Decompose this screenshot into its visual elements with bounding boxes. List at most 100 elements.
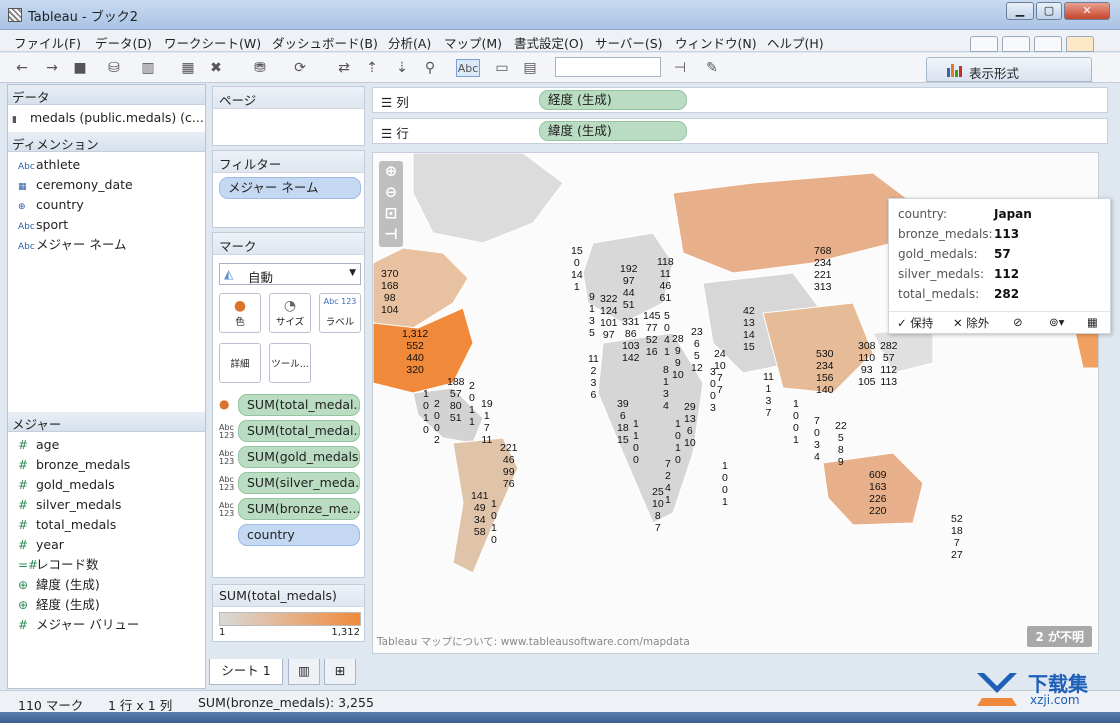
- new-dashboard-icon[interactable]: ⊞: [324, 659, 356, 685]
- dimension-field[interactable]: Abcathlete: [18, 156, 80, 174]
- map-mark-label[interactable]: 1 0 1 0: [491, 498, 497, 546]
- zoom-in-icon[interactable]: ⊕: [379, 161, 403, 182]
- measure-field[interactable]: # total_medals: [18, 516, 116, 534]
- map-mark-label[interactable]: 282 57 112 113: [880, 340, 898, 388]
- map-mark-label[interactable]: 331 86 103 142: [622, 316, 640, 364]
- map-mark-label[interactable]: 2 0 0 2: [434, 398, 440, 446]
- new-worksheet-icon[interactable]: ▥: [288, 659, 320, 685]
- map-mark-label[interactable]: 8 1 3 4: [663, 364, 669, 412]
- map-mark-label[interactable]: 530 234 156 140: [816, 348, 834, 396]
- map-mark-label[interactable]: 5 0 4 1: [664, 310, 670, 358]
- size-button[interactable]: ◔ サイズ: [269, 293, 311, 333]
- view-data-icon[interactable]: ▦: [1087, 315, 1098, 329]
- map-mark-label[interactable]: 22 5 8 9: [835, 420, 847, 468]
- show-labels-button[interactable]: Abc: [456, 59, 480, 77]
- menu-help[interactable]: ヘルプ(H): [767, 33, 824, 52]
- measure-field[interactable]: # gold_medals: [18, 476, 115, 494]
- filter-pill-measure-names[interactable]: メジャー ネーム: [219, 177, 361, 199]
- measure-field[interactable]: # age: [18, 436, 59, 454]
- map-mark-label[interactable]: 7 2 4 1: [665, 458, 671, 506]
- close-button[interactable]: ✕: [1064, 2, 1110, 20]
- dimension-field[interactable]: Abcメジャー ネーム: [18, 236, 126, 254]
- new-sheet-icon[interactable]: ▥: [138, 59, 158, 77]
- zoom-area-icon[interactable]: ⊡: [379, 203, 403, 224]
- map-mark-label[interactable]: 370 168 98 104: [381, 268, 399, 316]
- menu-server[interactable]: サーバー(S): [595, 33, 663, 52]
- group-members-icon[interactable]: ⊘: [1013, 315, 1023, 329]
- map-mark-label[interactable]: 11 2 3 6: [588, 353, 599, 401]
- map-mark-label[interactable]: 145 77 52 16: [643, 310, 661, 358]
- set-icon[interactable]: ⊚▾: [1049, 315, 1064, 329]
- map-mark-label[interactable]: 42 13 14 15: [743, 305, 755, 353]
- marks-pill[interactable]: SUM(total_medal...: [238, 394, 360, 416]
- marks-pill[interactable]: SUM(total_medal...: [238, 420, 360, 442]
- map-mark-label[interactable]: 39 6 18 15: [617, 398, 629, 446]
- map-mark-label[interactable]: 23 6 5 12: [691, 326, 703, 374]
- map-mark-label[interactable]: 3 0 0 3: [710, 366, 716, 414]
- menu-dashboard[interactable]: ダッシュボード(B): [272, 33, 378, 52]
- rows-shelf[interactable]: ☰ 行 緯度 (生成): [372, 118, 1108, 144]
- data-source-icon[interactable]: [1034, 36, 1062, 52]
- map-mark-label[interactable]: 1 0 1 0: [423, 388, 429, 436]
- measure-field[interactable]: # bronze_medals: [18, 456, 130, 474]
- back-icon[interactable]: ←: [12, 59, 32, 77]
- home-icon[interactable]: [1066, 36, 1094, 52]
- map-mark-label[interactable]: 1,312 552 440 320: [402, 328, 428, 376]
- map-mark-label[interactable]: 141 49 34 58: [471, 490, 489, 538]
- detail-button[interactable]: 詳細: [219, 343, 261, 383]
- measure-field[interactable]: ⊕ 緯度 (生成): [18, 576, 100, 594]
- columns-pill[interactable]: 経度 (生成): [539, 90, 687, 110]
- sheet-view-icon[interactable]: [970, 36, 998, 52]
- forward-icon[interactable]: →: [42, 59, 62, 77]
- pages-shelf[interactable]: ページ: [212, 86, 365, 146]
- columns-shelf[interactable]: ☰ 列 経度 (生成): [372, 87, 1108, 113]
- map-mark-label[interactable]: 609 163 226 220: [869, 469, 887, 517]
- map-mark-label[interactable]: 118 11 46 61: [657, 256, 674, 304]
- marks-pill[interactable]: SUM(bronze_me...: [238, 498, 360, 520]
- marks-pill[interactable]: SUM(silver_meda...: [238, 472, 360, 494]
- datasource-icon[interactable]: ⛁: [104, 59, 124, 77]
- exclude-button[interactable]: ✕ 除外: [953, 315, 989, 331]
- maximize-button[interactable]: ▢: [1036, 2, 1062, 20]
- measure-field[interactable]: # year: [18, 536, 64, 554]
- label-button[interactable]: Abc 123 ラベル: [319, 293, 361, 333]
- unknown-locations-badge[interactable]: 2 が不明: [1027, 626, 1092, 647]
- show-me-tab[interactable]: 表示形式: [926, 57, 1092, 82]
- minimize-button[interactable]: ▁: [1006, 2, 1034, 20]
- presentation-icon[interactable]: ▭: [492, 59, 512, 77]
- save-icon[interactable]: ■: [70, 59, 90, 77]
- map-mark-label[interactable]: 29 13 6 10: [684, 401, 696, 449]
- menu-analysis[interactable]: 分析(A): [388, 33, 431, 52]
- map-mark-label[interactable]: 7 0 3 4: [814, 415, 820, 463]
- clear-sheet-icon[interactable]: ✖: [206, 59, 226, 77]
- dimension-field[interactable]: ⊕ country: [18, 196, 84, 214]
- map-mark-label[interactable]: 11 1 3 7: [763, 371, 774, 419]
- map-mark-label[interactable]: 768 234 221 313: [814, 245, 832, 293]
- refresh-icon[interactable]: ⟳: [290, 59, 310, 77]
- measure-field[interactable]: # silver_medals: [18, 496, 121, 514]
- map-mark-label[interactable]: 1 0 1 0: [675, 418, 681, 466]
- sort-desc-icon[interactable]: ⇣: [392, 59, 412, 77]
- measure-field[interactable]: # メジャー バリュー: [18, 616, 139, 634]
- data-source-item[interactable]: ▮ medals (public.medals) (c...: [12, 109, 204, 127]
- map-mark-label[interactable]: 322 124 101 97: [600, 293, 618, 341]
- sort-asc-icon[interactable]: ⇡: [362, 59, 382, 77]
- duplicate-sheet-icon[interactable]: ▦: [178, 59, 198, 77]
- map-mark-label[interactable]: 1 0 0 1: [722, 460, 728, 508]
- menu-file[interactable]: ファイル(F): [14, 33, 81, 52]
- sheet-tab-1[interactable]: シート 1: [209, 659, 283, 685]
- color-button[interactable]: ● 色: [219, 293, 261, 333]
- pin-icon[interactable]: ⊣: [670, 59, 690, 77]
- map-mark-label[interactable]: 221 46 99 76: [500, 442, 518, 490]
- map-mark-label[interactable]: 192 97 44 51: [620, 263, 638, 311]
- map-mark-label[interactable]: 19 1 7 11: [481, 398, 493, 446]
- measure-field[interactable]: ⊕ 経度 (生成): [18, 596, 100, 614]
- dimension-field[interactable]: Abcsport: [18, 216, 68, 234]
- menu-worksheet[interactable]: ワークシート(W): [164, 33, 261, 52]
- fit-dropdown[interactable]: [555, 57, 661, 77]
- zoom-out-icon[interactable]: ⊖: [379, 182, 403, 203]
- pin-map-icon[interactable]: ⊣: [379, 224, 403, 245]
- map-mark-label[interactable]: 15 0 14 1: [571, 245, 583, 293]
- map-mark-label[interactable]: 9 1 3 5: [589, 291, 595, 339]
- sorter-view-icon[interactable]: [1002, 36, 1030, 52]
